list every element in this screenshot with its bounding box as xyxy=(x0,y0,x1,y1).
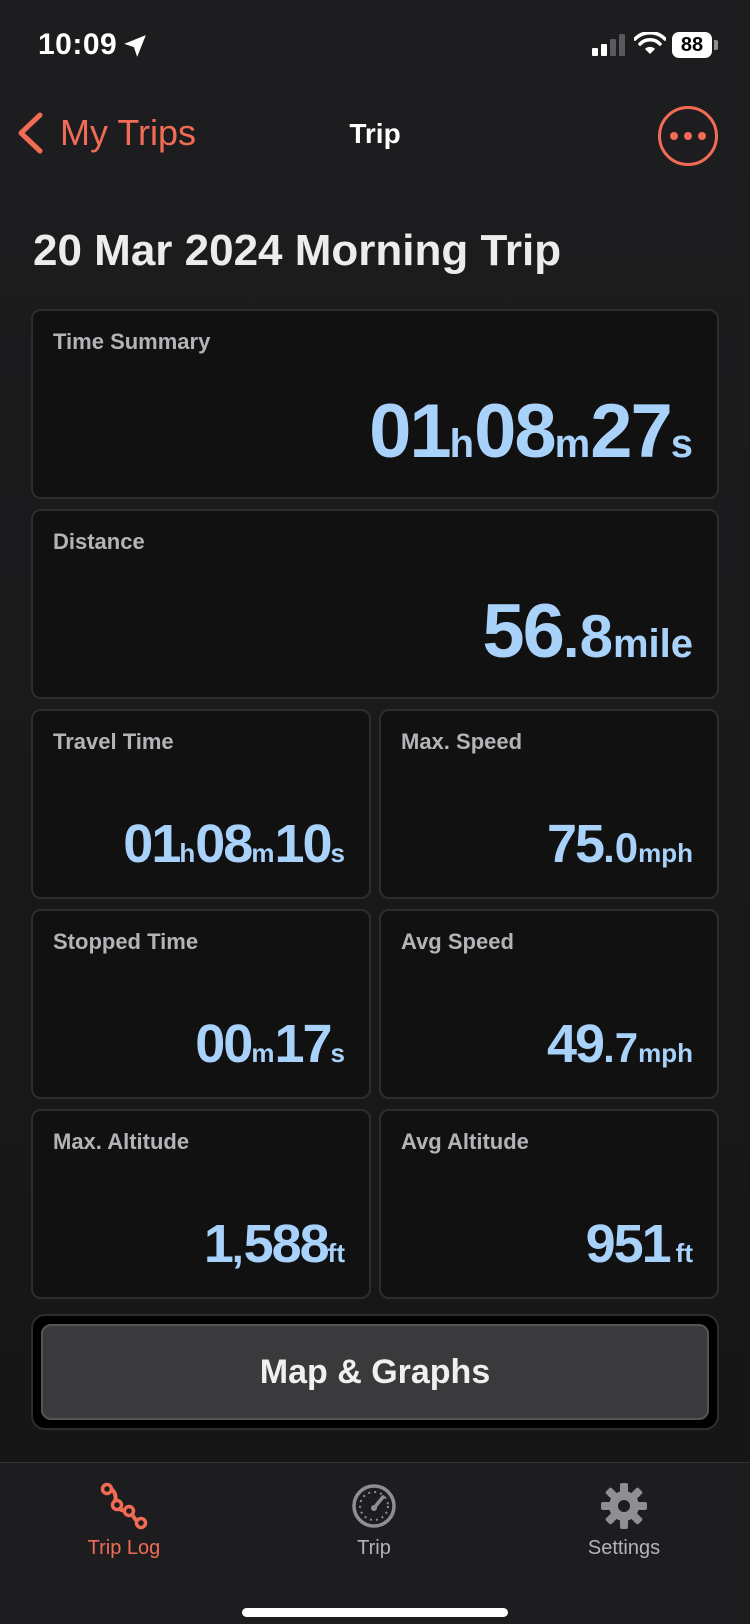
card-label: Max. Altitude xyxy=(53,1129,190,1154)
tab-trip[interactable]: Trip xyxy=(274,1473,474,1573)
ellipsis-icon xyxy=(670,132,678,140)
max-speed-value: 75.0mph xyxy=(547,814,693,874)
distance-value: 56.8mile xyxy=(482,589,693,674)
avg-speed-card: Avg Speed 49.7mph xyxy=(379,909,719,1099)
time-summary-card: Time Summary 01h08m27s xyxy=(31,309,719,499)
tab-settings[interactable]: Settings xyxy=(524,1473,724,1573)
battery-level: 88 xyxy=(672,32,712,58)
card-label: Time Summary xyxy=(53,329,211,354)
trip-title: 20 Mar 2024 Morning Trip xyxy=(33,226,562,275)
wifi-icon xyxy=(634,32,666,54)
card-label: Max. Speed xyxy=(401,729,523,754)
cellular-signal-icon xyxy=(592,34,625,56)
card-label: Stopped Time xyxy=(53,929,199,954)
max-altitude-card: Max. Altitude 1,588ft xyxy=(31,1109,371,1299)
more-options-button[interactable] xyxy=(658,106,718,166)
stopped-time-value: 00m17s xyxy=(195,1014,345,1074)
nav-title: Trip xyxy=(349,118,401,149)
home-indicator[interactable] xyxy=(242,1608,508,1617)
navigation-bar: My Trips Trip xyxy=(0,90,750,176)
card-label: Distance xyxy=(53,529,145,554)
tab-label: Trip xyxy=(357,1537,391,1559)
max-speed-card: Max. Speed 75.0mph xyxy=(379,709,719,899)
tab-label: Settings xyxy=(587,1537,661,1559)
status-bar: 10:09 88 xyxy=(0,0,750,90)
stopped-time-card: Stopped Time 00m17s xyxy=(31,909,371,1099)
gear-icon xyxy=(601,1483,647,1529)
max-altitude-value: 1,588ft xyxy=(203,1214,345,1274)
time-summary-value: 01h08m27s xyxy=(369,389,693,474)
route-icon xyxy=(100,1482,148,1530)
tab-trip-log[interactable]: Trip Log xyxy=(24,1473,224,1573)
map-graphs-button-container: Map & Graphs xyxy=(31,1314,719,1430)
location-arrow-icon xyxy=(124,35,146,57)
card-label: Avg Speed xyxy=(401,929,514,954)
status-time: 10:09 xyxy=(38,28,118,61)
trip-content: 20 Mar 2024 Morning Trip Time Summary 01… xyxy=(0,176,750,1462)
avg-speed-value: 49.7mph xyxy=(547,1014,693,1074)
battery-icon: 88 xyxy=(672,32,718,58)
card-label: Travel Time xyxy=(53,729,174,754)
speedometer-icon xyxy=(352,1484,396,1528)
card-label: Avg Altitude xyxy=(401,1129,529,1154)
distance-card: Distance 56.8mile xyxy=(31,509,719,699)
map-graphs-button[interactable]: Map & Graphs xyxy=(41,1324,709,1420)
avg-altitude-value: 951 ft xyxy=(585,1214,693,1274)
travel-time-card: Travel Time 01h08m10s xyxy=(31,709,371,899)
avg-altitude-card: Avg Altitude 951 ft xyxy=(379,1109,719,1299)
tab-label: Trip Log xyxy=(87,1537,161,1559)
travel-time-value: 01h08m10s xyxy=(123,814,345,874)
tab-bar: Trip Log Trip Settings xyxy=(0,1462,750,1624)
